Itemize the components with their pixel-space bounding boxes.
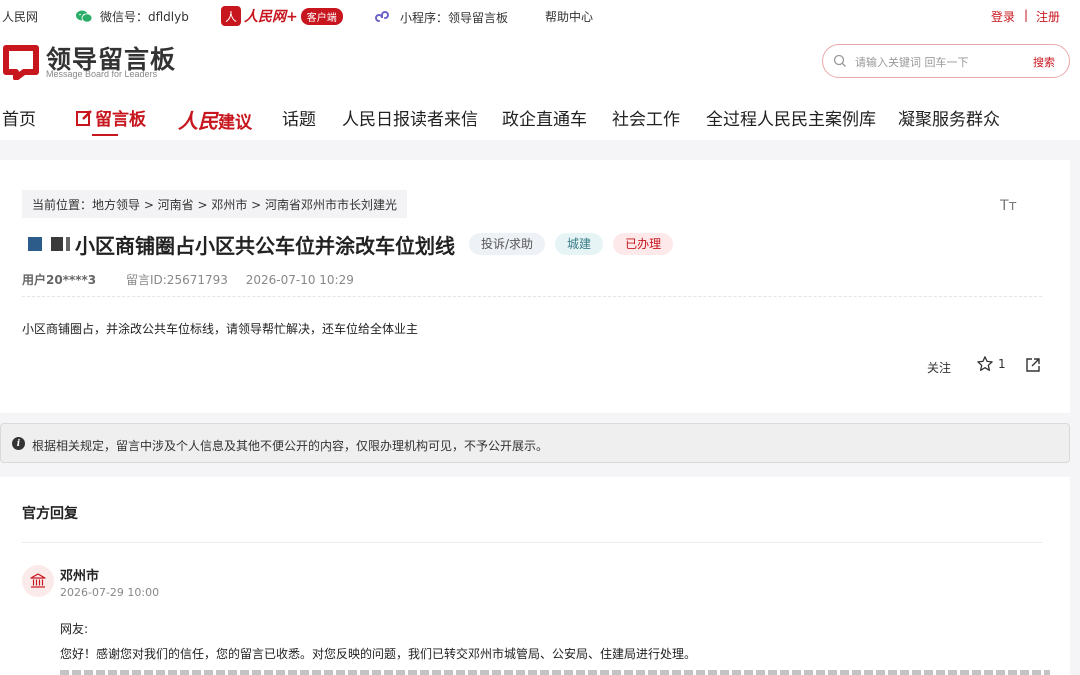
font-size-icon[interactable]: Tт xyxy=(1000,198,1017,214)
notice-text: 根据相关规定，留言中涉及个人信息及其他不便公开的内容，仅限办理机构可见，不予公开… xyxy=(32,439,549,453)
info-icon: i xyxy=(12,437,25,450)
nav-active-indicator xyxy=(92,134,118,136)
nav-democracy-cases[interactable]: 全过程人民民主案例库 xyxy=(706,105,876,130)
login-separator: | xyxy=(1024,8,1029,22)
message-board-logo-icon[interactable] xyxy=(2,44,40,80)
main-nav: 首页 留言板 人民建议 话题 人民日报读者来信 政企直通车 社会工作 全过程人民… xyxy=(0,102,1080,138)
reply-text-continuation xyxy=(60,670,1050,675)
search-button[interactable]: 搜索 xyxy=(1033,54,1055,70)
reply-text: 您好！感谢您对我们的信任，您的留言已收悉。对您反映的问题，我们已转交邓州市城管局… xyxy=(60,647,697,661)
avatar xyxy=(22,565,54,597)
favorite-count: 1 xyxy=(998,357,1006,371)
reply-heading: 官方回复 xyxy=(22,506,78,522)
tag-type[interactable]: 投诉/求助 xyxy=(469,233,546,255)
message-user: 用户20****3 xyxy=(22,273,97,287)
nav-home[interactable]: 首页 xyxy=(2,105,36,130)
message-id: 留言ID:25671793 xyxy=(125,273,228,287)
official-reply-card: 官方回复 邓州市 2026-07-29 10:00 网友: 您好！感谢您对我们的… xyxy=(0,477,1070,675)
message-title: 小区商铺圈占小区共公车位并涂改车位划线 xyxy=(75,233,455,258)
message-card: 当前位置：地方领导 > 河南省 > 邓州市 > 河南省邓州市市长刘建光 Tт 小… xyxy=(0,160,1070,413)
message-title-row: 小区商铺圈占小区共公车位并涂改车位划线 投诉/求助 城建 已办理 xyxy=(28,230,674,258)
header: 领导留言板 Message Board for Leaders 搜索 首页 留言… xyxy=(0,32,1080,140)
government-building-icon xyxy=(30,573,46,588)
nav-social-work[interactable]: 社会工作 xyxy=(612,105,680,130)
replier-name: 邓州市 xyxy=(60,569,100,584)
wechat-account[interactable]: 微信号：dfldlyb xyxy=(76,8,189,25)
people-suggestion-brand: 人民 xyxy=(178,109,218,133)
follow-button[interactable]: 关注 xyxy=(927,359,951,376)
nav-message-board-label: 留言板 xyxy=(95,110,146,130)
tag-field[interactable]: 城建 xyxy=(555,233,604,255)
message-meta: 用户20****3 留言ID:25671793 2026-07-10 10:29 xyxy=(22,271,354,288)
site-link[interactable]: 人民网 xyxy=(2,8,38,25)
people-daily-logo-icon: 人 xyxy=(221,6,241,26)
breadcrumb[interactable]: 当前位置：地方领导 > 河南省 > 邓州市 > 河南省邓州市市长刘建光 xyxy=(22,190,408,218)
message-content: 小区商铺圈占，并涂改公共车位标线，请领导帮忙解决，还车位给全体业主 xyxy=(22,322,419,336)
status-badge: 已办理 xyxy=(613,233,674,255)
star-icon xyxy=(977,356,993,371)
people-daily-name: 人民网+ xyxy=(244,9,298,25)
nav-message-board[interactable]: 留言板 xyxy=(75,105,146,130)
redaction-block xyxy=(51,237,63,251)
reply-salutation: 网友: xyxy=(60,622,89,636)
people-suggestion-label: 建议 xyxy=(218,113,252,133)
site-subtitle: Message Board for Leaders xyxy=(46,69,158,79)
mini-program-label: 小程序：领导留言板 xyxy=(400,11,509,25)
help-center-link[interactable]: 帮助中心 xyxy=(545,8,593,25)
privacy-notice: i 根据相关规定，留言中涉及个人信息及其他不便公开的内容，仅限办理机构可见，不予… xyxy=(0,423,1070,463)
nav-topics[interactable]: 话题 xyxy=(282,105,316,130)
client-badge: 客户端 xyxy=(300,7,343,25)
divider xyxy=(22,296,1042,297)
top-utility-bar: 人民网 微信号：dfldlyb 人 人民网+ 客户端 小程序：领导留言板 帮助中… xyxy=(0,0,1080,32)
favorite-button[interactable]: 1 xyxy=(976,355,1006,373)
nav-serve-masses[interactable]: 凝聚服务群众 xyxy=(898,105,1000,130)
wechat-label: 微信号：dfldlyb xyxy=(100,10,189,24)
edit-icon xyxy=(76,110,92,126)
nav-reader-letters[interactable]: 人民日报读者来信 xyxy=(342,105,478,130)
login-link[interactable]: 登录 xyxy=(991,8,1015,25)
wechat-icon xyxy=(76,10,92,23)
share-icon[interactable] xyxy=(1024,356,1042,374)
search-input[interactable] xyxy=(855,51,1015,73)
search-icon xyxy=(833,54,846,67)
register-link[interactable]: 注册 xyxy=(1036,8,1060,25)
reply-time: 2026-07-29 10:00 xyxy=(60,586,160,599)
nav-people-suggestion[interactable]: 人民建议 xyxy=(178,105,252,134)
people-daily-client-link[interactable]: 人 人民网+ 客户端 xyxy=(221,6,343,26)
mini-program-link[interactable]: 小程序：领导留言板 xyxy=(374,8,508,26)
redaction-block xyxy=(28,237,42,251)
search-bar: 搜索 xyxy=(822,44,1070,78)
message-datetime: 2026-07-10 10:29 xyxy=(245,273,354,287)
redaction-block xyxy=(66,237,70,251)
mini-program-icon xyxy=(375,11,389,22)
nav-enterprise-express[interactable]: 政企直通车 xyxy=(502,105,587,130)
divider xyxy=(22,542,1042,543)
